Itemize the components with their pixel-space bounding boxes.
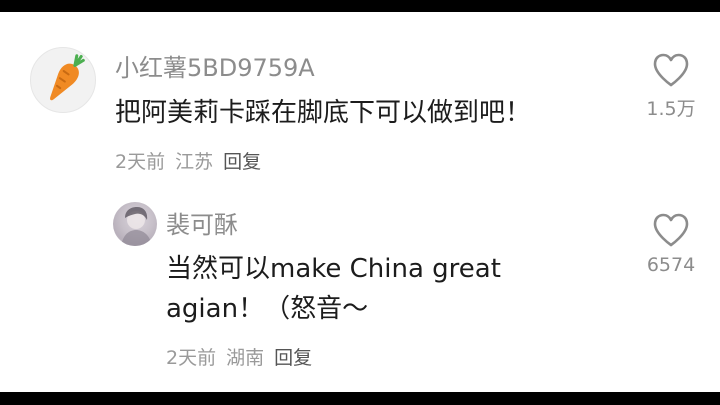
reply-user-avatar[interactable] — [113, 202, 157, 246]
like-count: 1.5万 — [646, 98, 696, 120]
reply-meta: 2天前 湖南 回复 — [166, 343, 322, 370]
reply-location: 湖南 — [226, 347, 265, 369]
comment-text: 把阿美莉卡踩在脚底下可以做到吧！ — [115, 93, 531, 133]
comment-panel: 小红薯5BD9759A 把阿美莉卡踩在脚底下可以做到吧！ 2天前 江苏 回复 1.5… — [0, 12, 720, 392]
comment-time: 2天前 — [115, 151, 166, 173]
user-photo — [121, 207, 152, 246]
reply-time: 2天前 — [166, 347, 217, 369]
user-avatar[interactable] — [30, 47, 96, 113]
reply-text: 当然可以make China great agian！（怒音～ — [166, 249, 501, 329]
carrot-icon — [50, 54, 85, 101]
heart-icon — [653, 213, 689, 247]
reply-like-button[interactable]: 6574 — [641, 212, 701, 276]
comment-location: 江苏 — [175, 151, 214, 173]
reply-like-count: 6574 — [646, 254, 696, 276]
like-button[interactable]: 1.5万 — [641, 52, 701, 121]
heart-icon — [653, 53, 689, 87]
reply-username[interactable]: 裴可酥 — [166, 205, 238, 240]
comment-meta: 2天前 江苏 回复 — [115, 147, 271, 174]
comment-username[interactable]: 小红薯5BD9759A — [115, 48, 315, 83]
reply-button[interactable]: 回复 — [223, 151, 261, 173]
reply-text-line: 当然可以make China great — [166, 254, 501, 284]
comment-text-line: 把阿美莉卡踩在脚底下可以做到吧！ — [115, 98, 532, 128]
reply-text-line: agian！（怒音～ — [166, 294, 369, 324]
reply-button[interactable]: 回复 — [274, 347, 312, 369]
